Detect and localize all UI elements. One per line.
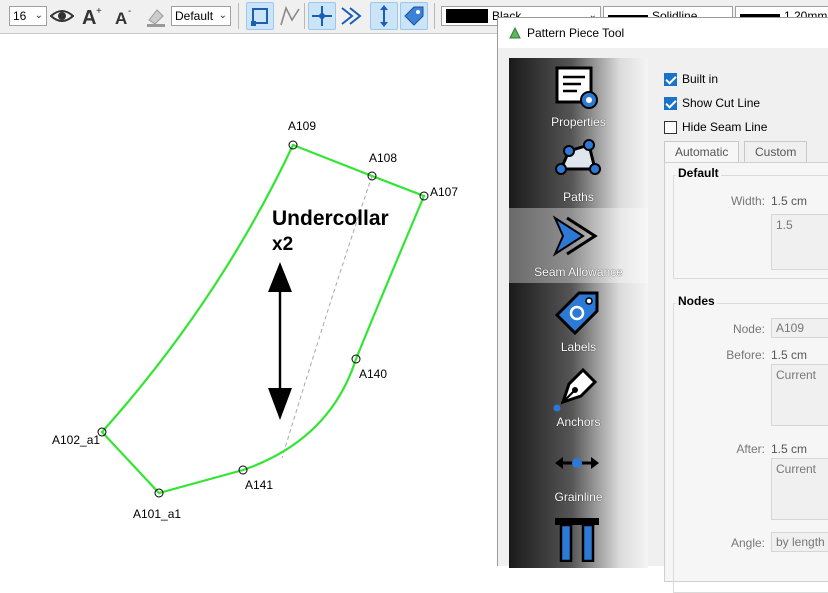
before-label: Before: — [726, 348, 765, 362]
show-cut-line-label: Show Cut Line — [682, 96, 761, 110]
sidebar-item-properties[interactable]: Properties — [509, 58, 648, 133]
after-label: After: — [736, 442, 765, 456]
after-value: 1.5 cm — [771, 442, 808, 456]
before-formula-field[interactable]: Current — [771, 364, 828, 426]
sidebar-item-seam-allowance[interactable]: Seam Allowance — [509, 208, 648, 283]
sidebar-item-anchors[interactable]: Anchors — [509, 358, 648, 433]
built-in-checkbox[interactable]: Built in — [664, 71, 718, 87]
sidebar-label: Anchors — [556, 415, 601, 429]
before-value: 1.5 cm — [771, 348, 808, 362]
node-label: Node: — [732, 322, 765, 336]
sidebar-label: Grainline — [554, 490, 603, 504]
label-a141: A141 — [245, 478, 273, 492]
label-a140: A140 — [359, 367, 387, 381]
after-formula-field[interactable]: Current — [771, 458, 828, 520]
sidebar-item-grainline[interactable]: Grainline — [509, 433, 648, 508]
label-a107: A107 — [430, 185, 458, 199]
angle-select[interactable]: by length — [771, 532, 828, 552]
piece-name-label[interactable]: Undercollar — [272, 207, 389, 230]
sidebar-label: Properties — [551, 115, 606, 129]
drawing-canvas[interactable]: A109 A108 A107 A140 A141 A101_a1 A102_a1… — [0, 35, 497, 566]
show-cut-line-checkbox[interactable]: Show Cut Line — [664, 95, 760, 111]
pins-icon — [555, 518, 599, 562]
seam-allowance-panel: Built in Show Cut Line Hide Seam Line Au… — [656, 58, 828, 593]
checkbox-checked-icon — [664, 73, 677, 86]
sidebar-item-labels[interactable]: Labels — [509, 283, 648, 358]
paths-icon — [555, 139, 601, 175]
dialog-titlebar[interactable]: Pattern Piece Tool — [498, 18, 828, 48]
width-label: Width: — [730, 194, 765, 208]
anchors-icon — [553, 367, 598, 412]
nodes-group-title: Nodes — [676, 294, 717, 308]
built-in-label: Built in — [682, 72, 719, 86]
sidebar-label: Labels — [560, 340, 597, 354]
grainline-icon — [555, 457, 599, 469]
width-formula-field[interactable]: 1.5 — [771, 214, 828, 270]
dialog-title: Pattern Piece Tool — [527, 26, 625, 40]
sidebar-label: Paths — [563, 190, 594, 204]
dialog-sidebar: Properties Paths Seam Allowance Labels A… — [509, 58, 648, 568]
tab-automatic-label: Automatic — [675, 145, 729, 159]
automatic-tab-pane: Default Width: 1.5 cm 1.5 Nodes Node: A1… — [664, 162, 828, 593]
seam-allowance-icon — [553, 215, 598, 257]
checkbox-checked-icon — [664, 97, 677, 110]
angle-label: Angle: — [730, 536, 765, 550]
pattern-piece-drawing[interactable]: A109 A108 A107 A140 A141 A101_a1 A102_a1… — [0, 0, 497, 566]
tab-custom-label: Custom — [755, 145, 797, 159]
pattern-piece-tool-icon — [509, 27, 521, 39]
piece-outline[interactable] — [100, 143, 426, 495]
checkbox-unchecked-icon — [664, 121, 677, 134]
grainline-arrow-bottom — [268, 388, 292, 420]
labels-icon — [554, 291, 599, 336]
label-a109: A109 — [288, 119, 316, 133]
tab-custom[interactable]: Custom — [744, 141, 808, 163]
grainline-arrow-top — [268, 262, 292, 292]
tab-automatic[interactable]: Automatic — [664, 141, 740, 163]
pattern-piece-dialog: Pattern Piece Tool Properties Paths Seam… — [497, 17, 828, 593]
sidebar-label: Seam Allowance — [534, 265, 623, 279]
hide-seam-line-label: Hide Seam Line — [682, 120, 768, 134]
hide-seam-line-checkbox[interactable]: Hide Seam Line — [664, 119, 767, 135]
label-a101: A101_a1 — [133, 507, 181, 521]
width-value: 1.5 cm — [771, 194, 808, 208]
sidebar-item-pins[interactable] — [509, 508, 648, 568]
sidebar-item-paths[interactable]: Paths — [509, 133, 648, 208]
label-a102: A102_a1 — [52, 433, 100, 447]
default-group-title: Default — [676, 166, 721, 180]
properties-icon — [555, 66, 598, 109]
label-a108: A108 — [369, 151, 397, 165]
piece-quantity-label: x2 — [272, 234, 293, 255]
node-select[interactable]: A109 — [771, 318, 828, 338]
